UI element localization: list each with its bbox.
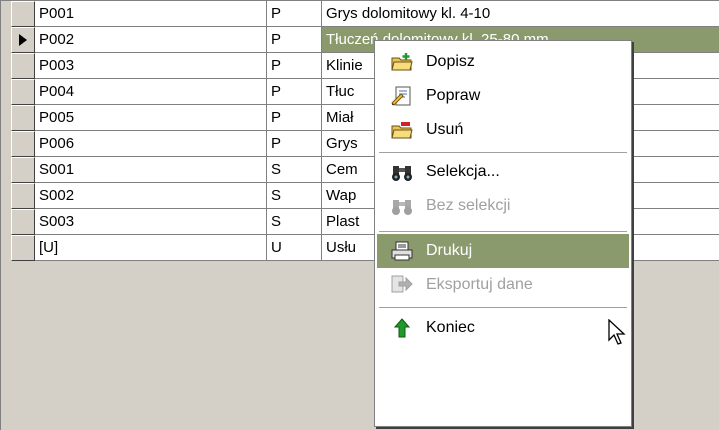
menu-item-eksportuj-dane: Eksportuj dane: [377, 268, 629, 302]
menu-item-label: Eksportuj dane: [426, 276, 533, 293]
edit-document-icon: [391, 86, 411, 106]
menu-item-drukuj[interactable]: Drukuj: [377, 234, 629, 268]
row-indicator[interactable]: [11, 183, 35, 209]
binoculars-disabled-icon: [392, 200, 412, 215]
menu-separator: [379, 307, 627, 308]
code-cell[interactable]: P003: [35, 53, 267, 79]
row-indicator[interactable]: [11, 1, 35, 27]
code-cell[interactable]: P005: [35, 105, 267, 131]
row-indicator[interactable]: [11, 53, 35, 79]
menu-item-usun[interactable]: Usuń: [377, 113, 629, 147]
code-cell[interactable]: S003: [35, 209, 267, 235]
menu-item-label: Usuń: [426, 121, 464, 138]
folder-add-icon: [391, 53, 413, 71]
menu-item-label: Drukuj: [426, 242, 473, 259]
type-cell[interactable]: P: [267, 1, 322, 27]
row-indicator[interactable]: [11, 27, 35, 53]
row-indicator[interactable]: [11, 79, 35, 105]
menu-item-dopisz[interactable]: Dopisz: [377, 45, 629, 79]
menu-item-koniec[interactable]: Koniec: [377, 311, 629, 345]
type-cell[interactable]: P: [267, 53, 322, 79]
menu-item-popraw[interactable]: Popraw: [377, 79, 629, 113]
row-indicator[interactable]: [11, 157, 35, 183]
printer-icon: [391, 241, 413, 261]
context-menu[interactable]: Dopisz Popraw Usuń Selekcja... Bez selek…: [374, 40, 632, 427]
menu-separator: [379, 152, 627, 153]
type-cell[interactable]: P: [267, 105, 322, 131]
type-cell[interactable]: S: [267, 157, 322, 183]
row-indicator[interactable]: [11, 235, 35, 261]
folder-delete-icon: [391, 122, 413, 139]
menu-separator: [379, 231, 627, 232]
code-cell[interactable]: [U]: [35, 235, 267, 261]
menu-item-label: Selekcja...: [426, 163, 500, 180]
code-cell[interactable]: P001: [35, 1, 267, 27]
code-cell[interactable]: P006: [35, 131, 267, 157]
type-cell[interactable]: P: [267, 27, 322, 53]
row-indicator[interactable]: [11, 209, 35, 235]
row-indicator[interactable]: [11, 131, 35, 157]
name-cell[interactable]: Grys dolomitowy kl. 4-10: [322, 1, 719, 27]
code-cell[interactable]: P002: [35, 27, 267, 53]
menu-item-label: Koniec: [426, 319, 475, 336]
code-cell[interactable]: S001: [35, 157, 267, 183]
table-row[interactable]: P001 P Grys dolomitowy kl. 4-10: [1, 1, 719, 27]
menu-item-label: Popraw: [426, 87, 481, 104]
export-icon: [391, 275, 413, 293]
menu-item-selekcja[interactable]: Selekcja...: [377, 155, 629, 189]
mouse-pointer-icon: [608, 319, 626, 345]
menu-item-label: Dopisz: [426, 53, 475, 70]
type-cell[interactable]: P: [267, 131, 322, 157]
menu-item-label: Bez selekcji: [426, 197, 511, 214]
menu-item-bez-selekcji: Bez selekcji: [377, 189, 629, 223]
exit-arrow-icon: [393, 318, 411, 338]
code-cell[interactable]: P004: [35, 79, 267, 105]
type-cell[interactable]: S: [267, 183, 322, 209]
row-indicator[interactable]: [11, 105, 35, 131]
code-cell[interactable]: S002: [35, 183, 267, 209]
type-cell[interactable]: U: [267, 235, 322, 261]
current-row-arrow-icon: [19, 34, 27, 46]
binoculars-icon: [392, 166, 412, 181]
type-cell[interactable]: P: [267, 79, 322, 105]
type-cell[interactable]: S: [267, 209, 322, 235]
